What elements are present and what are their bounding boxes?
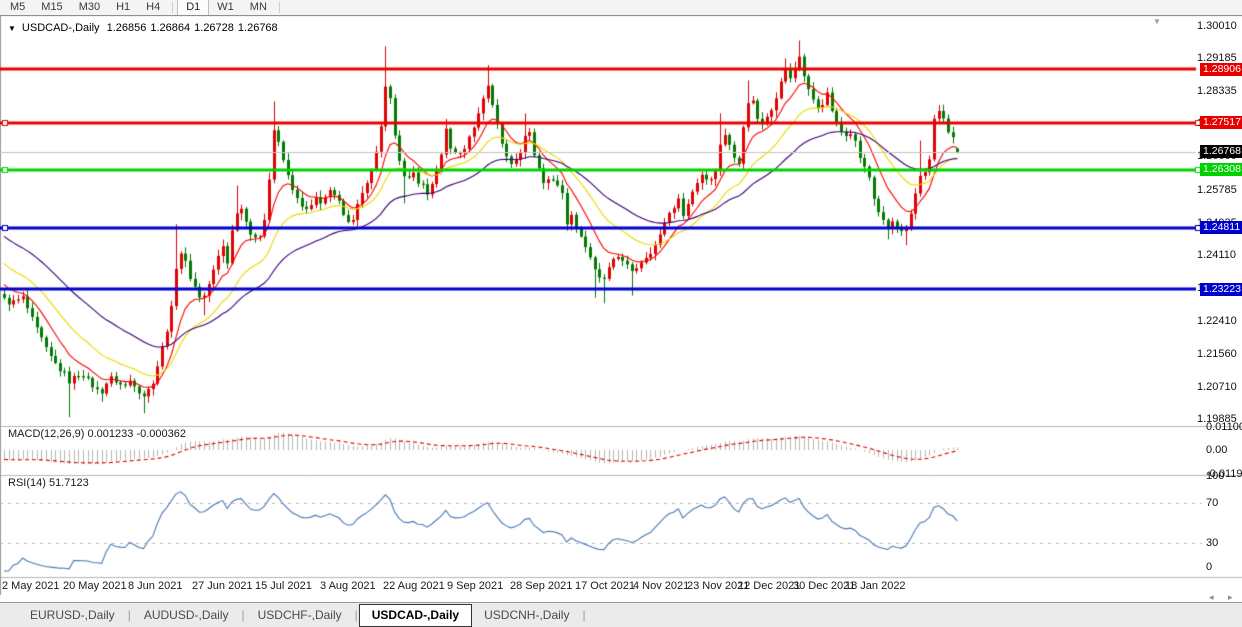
timeframe-button-mn[interactable]: MN (242, 0, 275, 15)
chart-tab-audusd[interactable]: AUDUSD-,Daily (132, 605, 241, 626)
chart-scrollbar[interactable]: ◂ ▸ (0, 595, 1242, 602)
toolbar-separator (279, 2, 280, 13)
chart-tab-usdchf[interactable]: USDCHF-,Daily (246, 605, 354, 626)
tab-separator: | (581, 608, 586, 622)
timeframe-button-d1[interactable]: D1 (177, 0, 209, 15)
timeframe-button-h4[interactable]: H4 (138, 0, 168, 15)
chart-tabs-bar: EURUSD-,Daily|AUDUSD-,Daily|USDCHF-,Dail… (0, 602, 1242, 627)
timeframe-toolbar: M5M15M30H1H4 D1W1MN (0, 0, 1242, 16)
chart-tab-usdcad[interactable]: USDCAD-,Daily (359, 604, 472, 627)
chart-tab-eurusd[interactable]: EURUSD-,Daily (18, 605, 127, 626)
timeframe-button-w1[interactable]: W1 (209, 0, 242, 15)
mt4-window: { "toolbar": { "timeframes": ["M5","M15"… (0, 0, 1242, 626)
toolbar-separator (172, 2, 173, 13)
timeframe-button-h1[interactable]: H1 (108, 0, 138, 15)
timeframe-button-m15[interactable]: M15 (33, 0, 70, 15)
price-chart-canvas[interactable] (0, 0, 1242, 626)
timeframe-button-m30[interactable]: M30 (71, 0, 108, 15)
chart-tab-usdcnh[interactable]: USDCNH-,Daily (472, 605, 581, 626)
timeframe-button-m5[interactable]: M5 (2, 0, 33, 15)
